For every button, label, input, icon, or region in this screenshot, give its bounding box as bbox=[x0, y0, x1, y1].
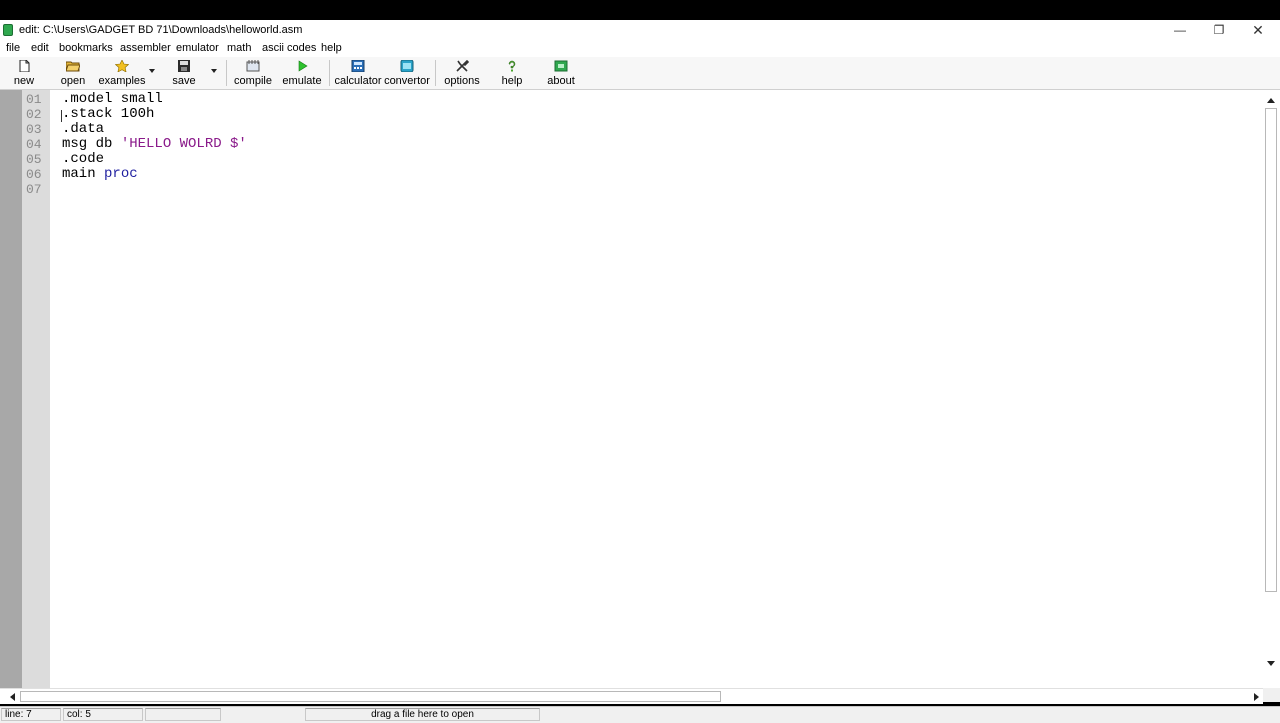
open-label: open bbox=[60, 75, 86, 87]
save-label: save bbox=[172, 75, 196, 87]
tools-icon bbox=[456, 60, 469, 72]
menu-math[interactable]: math bbox=[227, 42, 251, 54]
code-editor[interactable]: 01 02 03 04 05 06 07 .model small .stack… bbox=[0, 90, 1280, 688]
horizontal-scroll-thumb[interactable] bbox=[20, 691, 721, 702]
line-number: 01 bbox=[26, 92, 42, 107]
horizontal-scrollbar[interactable] bbox=[0, 688, 1263, 704]
compile-button[interactable]: compile bbox=[231, 57, 275, 88]
save-button[interactable]: save bbox=[164, 57, 204, 88]
options-button[interactable]: options bbox=[441, 57, 483, 88]
scroll-left-icon[interactable] bbox=[10, 693, 15, 701]
toolbar-separator bbox=[435, 60, 436, 86]
code-line[interactable]: .stack 100h bbox=[62, 106, 154, 122]
vertical-scroll-thumb[interactable] bbox=[1265, 108, 1277, 592]
menu-assembler[interactable]: assembler bbox=[120, 42, 171, 54]
status-drop-hint: drag a file here to open bbox=[305, 708, 540, 721]
line-number: 05 bbox=[26, 152, 42, 167]
convertor-button[interactable]: convertor bbox=[384, 57, 430, 88]
code-line[interactable]: .data bbox=[62, 121, 104, 137]
code-line[interactable]: .code bbox=[62, 151, 104, 167]
help-icon bbox=[508, 60, 516, 72]
help-label: help bbox=[501, 75, 523, 87]
star-icon bbox=[115, 60, 129, 72]
options-label: options bbox=[444, 75, 480, 87]
examples-dropdown-icon[interactable] bbox=[149, 69, 155, 73]
app-icon bbox=[3, 24, 13, 36]
status-bar: line: 7 col: 5 drag a file here to open bbox=[0, 706, 1280, 723]
calculator-button[interactable]: calculator bbox=[334, 57, 382, 88]
convertor-icon bbox=[400, 60, 414, 72]
toolbar: new open examples save compile emulate c… bbox=[0, 57, 1280, 90]
about-label: about bbox=[547, 75, 575, 87]
menu-emulator[interactable]: emulator bbox=[176, 42, 219, 54]
new-label: new bbox=[13, 75, 35, 87]
vertical-scrollbar[interactable] bbox=[1263, 90, 1279, 678]
open-button[interactable]: open bbox=[53, 57, 93, 88]
about-icon bbox=[554, 60, 568, 72]
menu-edit[interactable]: edit bbox=[31, 42, 49, 54]
floppy-disk-icon bbox=[178, 60, 190, 72]
calculator-icon bbox=[351, 60, 365, 72]
code-line[interactable]: .model small bbox=[62, 91, 163, 107]
compile-label: compile bbox=[234, 75, 272, 87]
compile-icon bbox=[246, 60, 260, 72]
new-file-icon bbox=[19, 60, 30, 72]
scroll-down-icon[interactable] bbox=[1267, 661, 1275, 666]
menu-bar: file edit bookmarks assembler emulator m… bbox=[0, 41, 1280, 57]
menu-ascii-codes[interactable]: ascii codes bbox=[262, 42, 316, 54]
menu-bookmarks[interactable]: bookmarks bbox=[59, 42, 113, 54]
line-number: 04 bbox=[26, 137, 42, 152]
new-button[interactable]: new bbox=[4, 57, 44, 88]
line-number: 06 bbox=[26, 167, 42, 182]
menu-file[interactable]: file bbox=[6, 42, 20, 54]
code-text: msg db bbox=[62, 136, 121, 152]
string-literal: 'HELLO WOLRD $' bbox=[120, 136, 247, 152]
examples-button[interactable]: examples bbox=[98, 57, 146, 88]
minimize-button[interactable]: — bbox=[1160, 20, 1200, 41]
code-line[interactable]: main proc bbox=[62, 166, 138, 182]
editor-window: edit: C:\Users\GADGET BD 71\Downloads\he… bbox=[0, 20, 1280, 723]
status-panel-empty bbox=[145, 708, 221, 721]
scroll-up-icon[interactable] bbox=[1267, 98, 1275, 103]
line-number: 02 bbox=[26, 107, 42, 122]
emulate-label: emulate bbox=[282, 75, 322, 87]
line-number: 07 bbox=[26, 182, 42, 197]
keyword: proc bbox=[104, 166, 138, 182]
open-folder-icon bbox=[66, 61, 80, 72]
save-dropdown-icon[interactable] bbox=[211, 69, 217, 73]
text-cursor bbox=[61, 110, 62, 122]
scroll-right-icon[interactable] bbox=[1254, 693, 1259, 701]
code-text: main bbox=[62, 166, 105, 182]
menu-help[interactable]: help bbox=[321, 42, 342, 54]
window-title: edit: C:\Users\GADGET BD 71\Downloads\he… bbox=[19, 24, 303, 36]
about-button[interactable]: about bbox=[541, 57, 581, 88]
close-button[interactable]: ✕ bbox=[1238, 20, 1278, 41]
bookmark-margin[interactable] bbox=[0, 90, 22, 688]
calculator-label: calculator bbox=[334, 75, 382, 87]
code-line[interactable]: msg db 'HELLO WOLRD $' bbox=[62, 136, 247, 152]
emulate-button[interactable]: emulate bbox=[280, 57, 324, 88]
convertor-label: convertor bbox=[384, 75, 430, 87]
title-bar: edit: C:\Users\GADGET BD 71\Downloads\he… bbox=[0, 20, 1280, 41]
toolbar-separator bbox=[329, 60, 330, 86]
toolbar-separator bbox=[226, 60, 227, 86]
help-button[interactable]: help bbox=[492, 57, 532, 88]
play-icon bbox=[298, 60, 308, 72]
line-number: 03 bbox=[26, 122, 42, 137]
status-col: col: 5 bbox=[63, 708, 143, 721]
maximize-button[interactable]: ❐ bbox=[1199, 20, 1239, 41]
examples-label: examples bbox=[98, 75, 146, 87]
status-line: line: 7 bbox=[1, 708, 61, 721]
